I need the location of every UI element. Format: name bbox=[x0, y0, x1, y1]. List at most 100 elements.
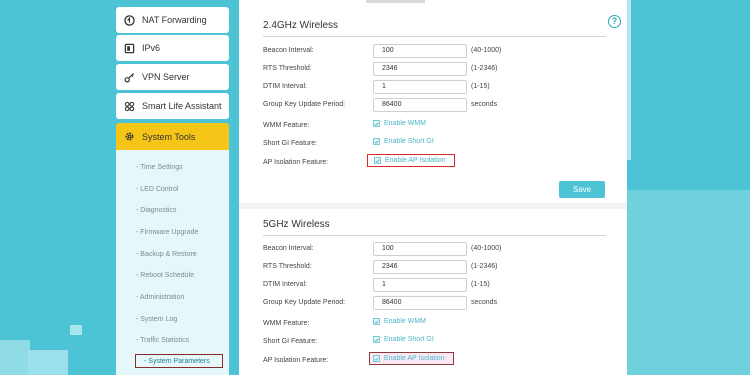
submenu-item-reboot-schedule[interactable]: - Reboot Schedule bbox=[136, 269, 194, 283]
section-divider bbox=[263, 36, 606, 37]
submenu-item-traffic-statistics[interactable]: - Traffic Statistics bbox=[136, 334, 189, 348]
submenu-item-system-log[interactable]: - System Log bbox=[136, 313, 177, 327]
sidebar-item-vpn-server[interactable]: VPN Server bbox=[116, 64, 229, 90]
enable-short-gi-checkbox[interactable]: Enable Short GI bbox=[373, 138, 434, 145]
rts-threshold-input[interactable]: 2346 bbox=[373, 260, 467, 274]
checkmark-icon bbox=[373, 318, 380, 325]
beacon-interval-input[interactable]: 100 bbox=[373, 242, 467, 256]
sidebar-item-ipv6[interactable]: IPv6 bbox=[116, 35, 229, 61]
label-wmm-feature: WMM Feature: bbox=[263, 122, 310, 129]
submenu-item-system-parameters[interactable]: - System Parameters bbox=[135, 354, 223, 368]
section-divider bbox=[263, 235, 606, 236]
scrollbar[interactable] bbox=[627, 0, 631, 160]
range-hint: (1-2346) bbox=[471, 65, 498, 72]
range-hint: (40-1000) bbox=[471, 47, 502, 54]
section-title-5ghz: 5GHz Wireless bbox=[263, 219, 330, 230]
group-key-update-period-input[interactable]: 86400 bbox=[373, 98, 467, 112]
range-hint: (1-15) bbox=[471, 281, 490, 288]
label-rts-threshold: RTS Threshold: bbox=[263, 263, 312, 270]
enable-ap-isolation-checkbox[interactable]: Enable AP Isolation bbox=[369, 352, 454, 365]
sidebar-item-label: VPN Server bbox=[142, 72, 190, 82]
section-title-2-4ghz: 2.4GHz Wireless bbox=[263, 20, 339, 31]
ipv6-icon bbox=[116, 43, 142, 54]
checkbox-label: Enable Short GI bbox=[384, 138, 434, 145]
checkbox-label: Enable WMM bbox=[384, 120, 427, 127]
sidebar: NAT Forwarding IPv6 VPN Server Smart Lif… bbox=[116, 0, 229, 375]
submenu-item-backup-restore[interactable]: - Backup & Restore bbox=[136, 248, 197, 262]
row-short-gi-feature: Short GI Feature: Enable Short GI bbox=[263, 335, 623, 351]
sidebar-item-system-tools[interactable]: System Tools bbox=[116, 123, 229, 150]
submenu-item-led-control[interactable]: - LED Control bbox=[136, 183, 178, 197]
range-hint: (1-2346) bbox=[471, 263, 498, 270]
row-dtim-interval: DTIM Interval: 1 (1-15) bbox=[263, 278, 623, 294]
checkmark-icon bbox=[373, 336, 380, 343]
label-group-key-update-period: Group Key Update Period: bbox=[263, 101, 346, 108]
dtim-interval-input[interactable]: 1 bbox=[373, 80, 467, 94]
panel-notch bbox=[366, 0, 425, 3]
label-rts-threshold: RTS Threshold: bbox=[263, 65, 312, 72]
label-ap-isolation-feature: AP Isolation Feature: bbox=[263, 159, 329, 166]
sidebar-item-smart-life-assistant[interactable]: Smart Life Assistant bbox=[116, 93, 229, 119]
row-short-gi-feature: Short GI Feature: Enable Short GI bbox=[263, 137, 623, 153]
section-separator bbox=[239, 203, 627, 209]
dtim-interval-input[interactable]: 1 bbox=[373, 278, 467, 292]
vpn-key-icon bbox=[116, 72, 142, 83]
row-beacon-interval: Beacon Interval: 100 (40-1000) bbox=[263, 44, 623, 60]
row-ap-isolation-feature: AP Isolation Feature: Enable AP Isolatio… bbox=[263, 154, 623, 172]
checkmark-icon bbox=[373, 120, 380, 127]
submenu-item-diagnostics[interactable]: - Diagnostics bbox=[136, 204, 176, 218]
row-ap-isolation-feature: AP Isolation Feature: Enable AP Isolatio… bbox=[263, 352, 623, 370]
rts-threshold-input[interactable]: 2346 bbox=[373, 62, 467, 76]
submenu-item-firmware-upgrade[interactable]: - Firmware Upgrade bbox=[136, 226, 198, 240]
row-wmm-feature: WMM Feature: Enable WMM bbox=[263, 317, 623, 333]
row-group-key-update-period: Group Key Update Period: 86400 seconds bbox=[263, 296, 623, 312]
row-dtim-interval: DTIM Interval: 1 (1-15) bbox=[263, 80, 623, 96]
row-group-key-update-period: Group Key Update Period: 86400 seconds bbox=[263, 98, 623, 114]
help-icon[interactable]: ? bbox=[608, 15, 621, 28]
checkbox-label: Enable AP Isolation bbox=[384, 355, 445, 362]
row-beacon-interval: Beacon Interval: 100 (40-1000) bbox=[263, 242, 623, 258]
submenu-item-time-settings[interactable]: - Time Settings bbox=[136, 161, 183, 175]
submenu-item-administration[interactable]: - Administration bbox=[136, 291, 184, 305]
row-rts-threshold: RTS Threshold: 2346 (1-2346) bbox=[263, 260, 623, 276]
sidebar-item-label: NAT Forwarding bbox=[142, 15, 207, 25]
save-button[interactable]: Save bbox=[559, 181, 605, 198]
background-decoration bbox=[0, 340, 30, 375]
background-decoration bbox=[70, 325, 82, 335]
background-decoration bbox=[28, 350, 68, 375]
range-hint: (40-1000) bbox=[471, 245, 502, 252]
group-key-update-period-input[interactable]: 86400 bbox=[373, 296, 467, 310]
sidebar-item-nat-forwarding[interactable]: NAT Forwarding bbox=[116, 7, 229, 33]
row-wmm-feature: WMM Feature: Enable WMM bbox=[263, 119, 623, 135]
sidebar-item-label: Smart Life Assistant bbox=[142, 101, 222, 111]
checkmark-icon bbox=[374, 157, 381, 164]
label-short-gi-feature: Short GI Feature: bbox=[263, 140, 318, 147]
label-beacon-interval: Beacon Interval: bbox=[263, 245, 314, 252]
checkbox-label: Enable Short GI bbox=[384, 336, 434, 343]
gear-icon bbox=[116, 131, 142, 142]
sidebar-item-label: System Tools bbox=[142, 131, 196, 142]
enable-wmm-checkbox[interactable]: Enable WMM bbox=[373, 318, 426, 325]
label-dtim-interval: DTIM Interval: bbox=[263, 83, 307, 90]
range-hint: (1-15) bbox=[471, 83, 490, 90]
unit-label: seconds bbox=[471, 101, 498, 108]
label-dtim-interval: DTIM Interval: bbox=[263, 281, 307, 288]
row-rts-threshold: RTS Threshold: 2346 (1-2346) bbox=[263, 62, 623, 78]
nat-forwarding-icon bbox=[116, 14, 142, 26]
enable-wmm-checkbox[interactable]: Enable WMM bbox=[373, 120, 426, 127]
label-wmm-feature: WMM Feature: bbox=[263, 320, 310, 327]
beacon-interval-input[interactable]: 100 bbox=[373, 44, 467, 58]
label-ap-isolation-feature: AP Isolation Feature: bbox=[263, 357, 329, 364]
enable-short-gi-checkbox[interactable]: Enable Short GI bbox=[373, 336, 434, 343]
label-group-key-update-period: Group Key Update Period: bbox=[263, 299, 346, 306]
unit-label: seconds bbox=[471, 299, 498, 306]
label-beacon-interval: Beacon Interval: bbox=[263, 47, 314, 54]
main-panel: ? 2.4GHz Wireless Beacon Interval: 100 (… bbox=[239, 0, 627, 375]
sidebar-item-label: IPv6 bbox=[142, 43, 161, 53]
checkmark-icon bbox=[373, 355, 380, 362]
enable-ap-isolation-checkbox[interactable]: Enable AP Isolation bbox=[367, 154, 455, 167]
checkbox-label: Enable WMM bbox=[384, 318, 427, 325]
background-decoration bbox=[624, 190, 750, 375]
system-tools-submenu: - Time Settings - LED Control - Diagnost… bbox=[116, 150, 229, 375]
smart-life-icon bbox=[116, 101, 142, 112]
